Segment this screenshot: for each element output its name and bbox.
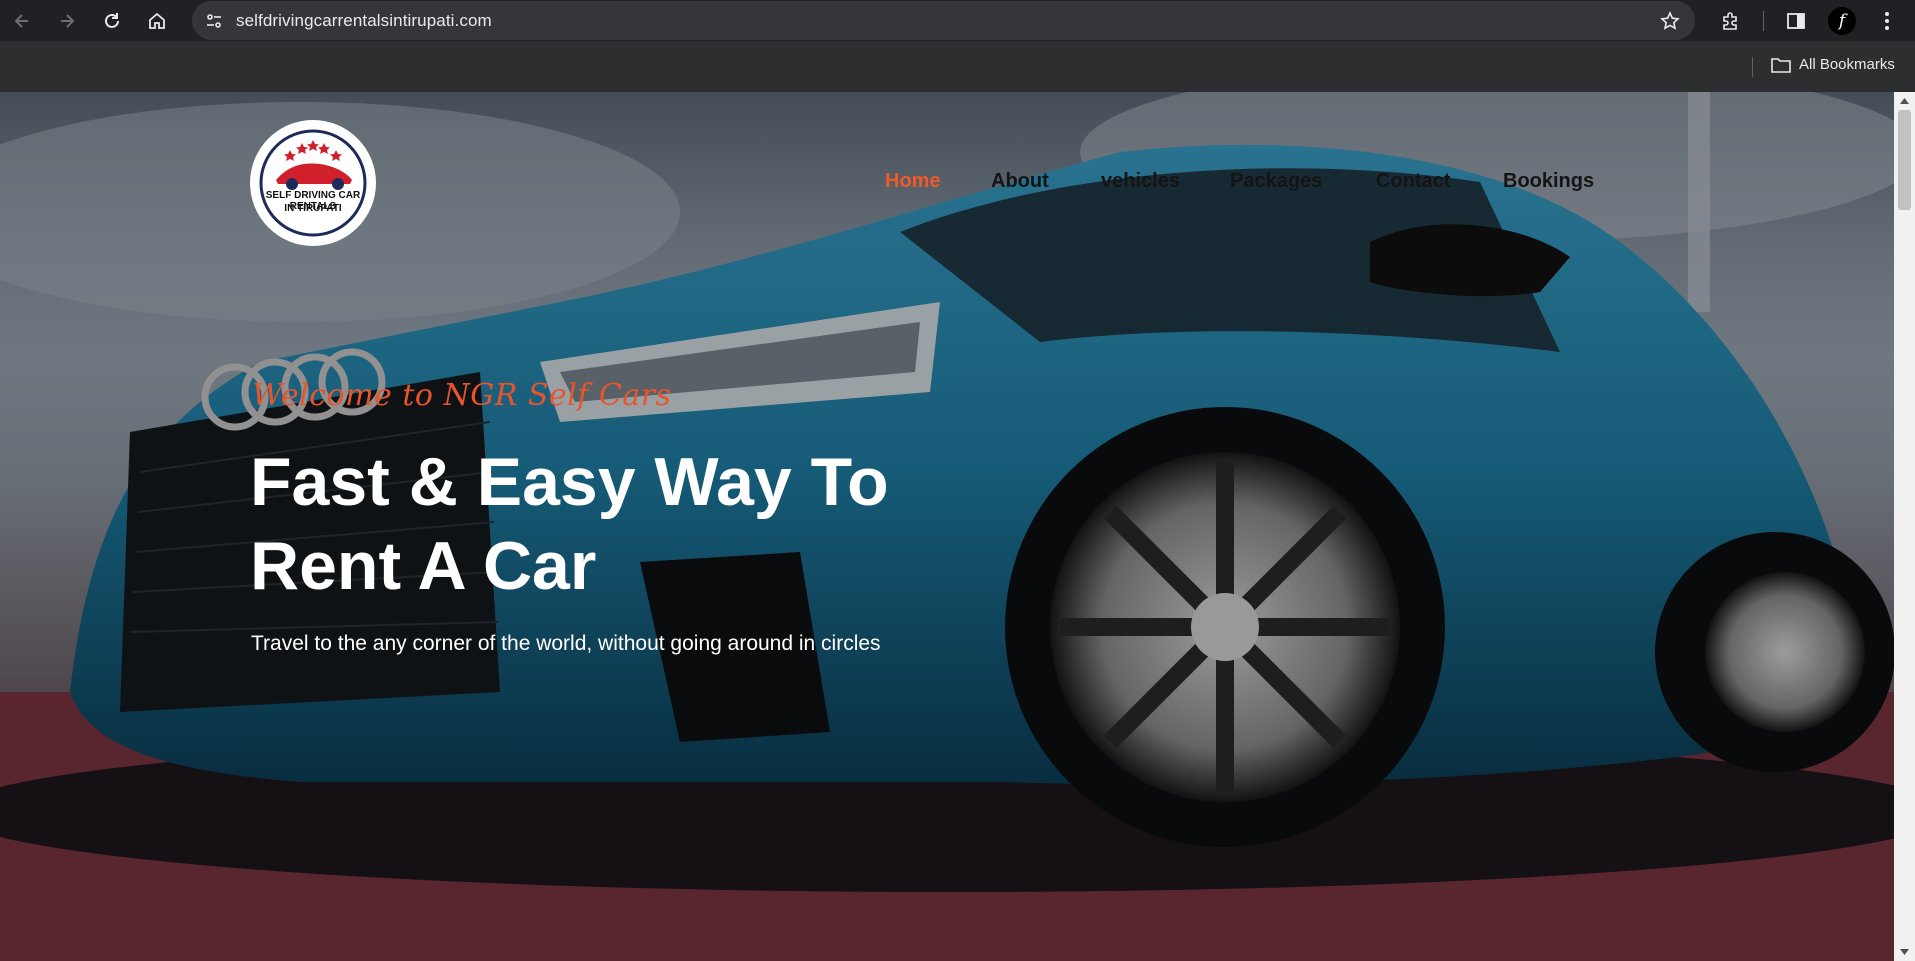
scrollbar-thumb[interactable] xyxy=(1898,110,1911,210)
nav-vehicles[interactable]: vehicles xyxy=(1101,170,1180,193)
home-icon[interactable] xyxy=(141,6,173,36)
bookmark-star-icon[interactable] xyxy=(1657,8,1683,34)
nav-packages[interactable]: Packages xyxy=(1230,170,1322,193)
url-text[interactable]: selfdrivingcarrentalsintirupati.com xyxy=(236,11,492,31)
address-bar[interactable]: selfdrivingcarrentalsintirupati.com xyxy=(192,1,1695,40)
hero-subtitle: Travel to the any corner of the world, w… xyxy=(251,632,881,655)
kebab-menu-icon[interactable] xyxy=(1872,6,1902,36)
site-logo[interactable]: SELF DRIVING CAR RENTALS IN TIRUPATI xyxy=(250,120,376,246)
profile-avatar[interactable]: f xyxy=(1828,7,1856,35)
side-panel-icon[interactable] xyxy=(1781,6,1811,36)
back-arrow-icon[interactable] xyxy=(6,6,38,36)
folder-icon xyxy=(1771,57,1791,73)
bookmarks-divider xyxy=(1752,57,1753,77)
toolbar-divider xyxy=(1763,11,1764,31)
site-info-icon[interactable] xyxy=(202,9,226,33)
hero-headline: Fast & Easy Way To Rent A Car xyxy=(250,444,889,604)
nav-bookings[interactable]: Bookings xyxy=(1503,170,1594,193)
reload-icon[interactable] xyxy=(96,6,128,36)
logo-line-2: IN TIRUPATI xyxy=(284,203,342,214)
page-viewport: SELF DRIVING CAR RENTALS IN TIRUPATI Hom… xyxy=(0,92,1915,961)
forward-arrow-icon[interactable] xyxy=(51,6,83,36)
nav-home[interactable]: Home xyxy=(885,170,941,193)
nav-about[interactable]: About xyxy=(991,170,1049,193)
scroll-down-arrow-icon[interactable] xyxy=(1894,945,1915,959)
nav-contact[interactable]: Contact xyxy=(1376,170,1450,193)
hero-welcome-text: Welcome to NGR Self Cars xyxy=(252,378,672,413)
browser-toolbar: selfdrivingcarrentalsintirupati.com f xyxy=(0,0,1915,41)
all-bookmarks-label: All Bookmarks xyxy=(1799,56,1895,73)
page-scrollbar[interactable] xyxy=(1894,92,1915,961)
bookmarks-bar: All Bookmarks xyxy=(0,41,1915,92)
hero-section: SELF DRIVING CAR RENTALS IN TIRUPATI Hom… xyxy=(0,92,1894,961)
scroll-up-arrow-icon[interactable] xyxy=(1894,94,1915,108)
extensions-icon[interactable] xyxy=(1716,6,1746,36)
all-bookmarks-button[interactable]: All Bookmarks xyxy=(1771,56,1895,73)
